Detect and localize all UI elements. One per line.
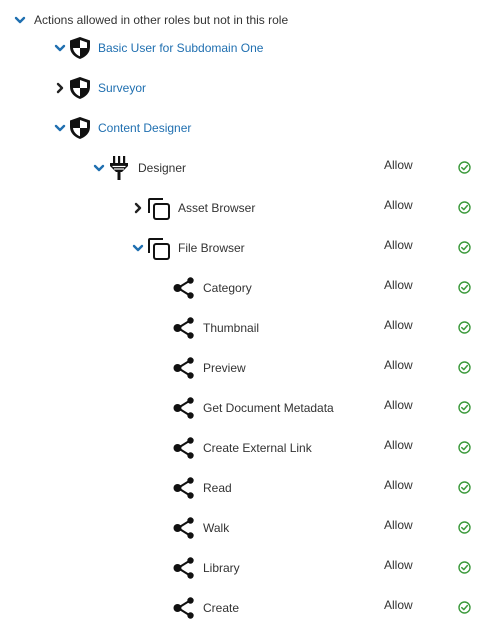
action-row[interactable]: Walk Allow [0, 508, 477, 548]
share-icon [173, 477, 194, 499]
role-link-content-designer[interactable]: Content Designer [98, 120, 191, 136]
permission-value: Allow [384, 158, 413, 172]
action-row[interactable]: Library Allow [0, 548, 477, 588]
shield-icon [70, 77, 90, 99]
component-row-file-browser[interactable]: File Browser Allow [0, 228, 477, 268]
permission-value: Allow [384, 238, 413, 252]
action-label: Create External Link [203, 441, 312, 455]
action-row[interactable]: Preview Allow [0, 348, 477, 388]
role-row-surveyor[interactable]: Surveyor [0, 68, 477, 108]
check-circle-icon [458, 361, 471, 374]
share-icon [173, 397, 194, 419]
permission-value: Allow [384, 358, 413, 372]
check-circle-icon [458, 241, 471, 254]
permission-value: Allow [384, 558, 413, 572]
plug-icon [110, 156, 128, 180]
check-circle-icon [458, 321, 471, 334]
action-row[interactable]: Create Allow [0, 588, 477, 626]
action-label: Read [203, 481, 232, 495]
share-icon [173, 357, 194, 379]
permission-value: Allow [384, 278, 413, 292]
chevron-down-icon[interactable] [54, 42, 66, 54]
check-circle-icon [458, 561, 471, 574]
chevron-right-icon[interactable] [54, 82, 66, 94]
shield-icon [70, 37, 90, 59]
action-row[interactable]: Category Allow [0, 268, 477, 308]
check-circle-icon [458, 521, 471, 534]
permission-value: Allow [384, 198, 413, 212]
action-label: Create [203, 601, 240, 615]
chevron-down-icon[interactable] [54, 122, 66, 134]
share-icon [173, 517, 194, 539]
role-row-basic-user[interactable]: Basic User for Subdomain One [0, 28, 477, 68]
section-title: Actions allowed in other roles but not i… [34, 13, 289, 27]
copy-icon [148, 238, 170, 260]
action-label: Thumbnail [203, 321, 260, 335]
permission-value: Allow [384, 438, 413, 452]
permission-value: Allow [384, 518, 413, 532]
module-row-designer[interactable]: Designer Allow [0, 148, 477, 188]
component-label-file-browser: File Browser [178, 241, 245, 255]
action-label: Category [203, 281, 252, 295]
role-row-content-designer[interactable]: Content Designer [0, 108, 477, 148]
component-row-asset-browser[interactable]: Asset Browser Allow [0, 188, 477, 228]
module-label-designer: Designer [138, 161, 187, 175]
check-circle-icon [458, 401, 471, 414]
permission-value: Allow [384, 318, 413, 332]
share-icon [173, 277, 194, 299]
share-icon [173, 437, 194, 459]
action-label: Library [203, 561, 240, 575]
component-label-asset-browser: Asset Browser [178, 201, 256, 215]
permission-value: Allow [384, 598, 413, 612]
check-circle-icon [458, 161, 471, 174]
chevron-right-icon[interactable] [132, 202, 144, 214]
shield-icon [70, 117, 90, 139]
action-label: Preview [203, 361, 246, 375]
action-row[interactable]: Create External Link Allow [0, 428, 477, 468]
action-row[interactable]: Get Document Metadata Allow [0, 388, 477, 428]
role-link-surveyor[interactable]: Surveyor [98, 80, 146, 96]
permission-value: Allow [384, 478, 413, 492]
role-link-basic-user[interactable]: Basic User for Subdomain One [98, 40, 263, 56]
share-icon [173, 557, 194, 579]
check-circle-icon [458, 481, 471, 494]
chevron-down-icon[interactable] [14, 14, 26, 26]
check-circle-icon [458, 441, 471, 454]
copy-icon [148, 198, 170, 220]
check-circle-icon [458, 281, 471, 294]
chevron-down-icon[interactable] [132, 242, 144, 254]
permission-value: Allow [384, 398, 413, 412]
action-label: Walk [203, 521, 230, 535]
check-circle-icon [458, 601, 471, 614]
action-row[interactable]: Thumbnail Allow [0, 308, 477, 348]
check-circle-icon [458, 201, 471, 214]
share-icon [173, 317, 194, 339]
chevron-down-icon[interactable] [93, 162, 105, 174]
action-label: Get Document Metadata [203, 401, 334, 415]
action-row[interactable]: Read Allow [0, 468, 477, 508]
share-icon [173, 597, 194, 619]
